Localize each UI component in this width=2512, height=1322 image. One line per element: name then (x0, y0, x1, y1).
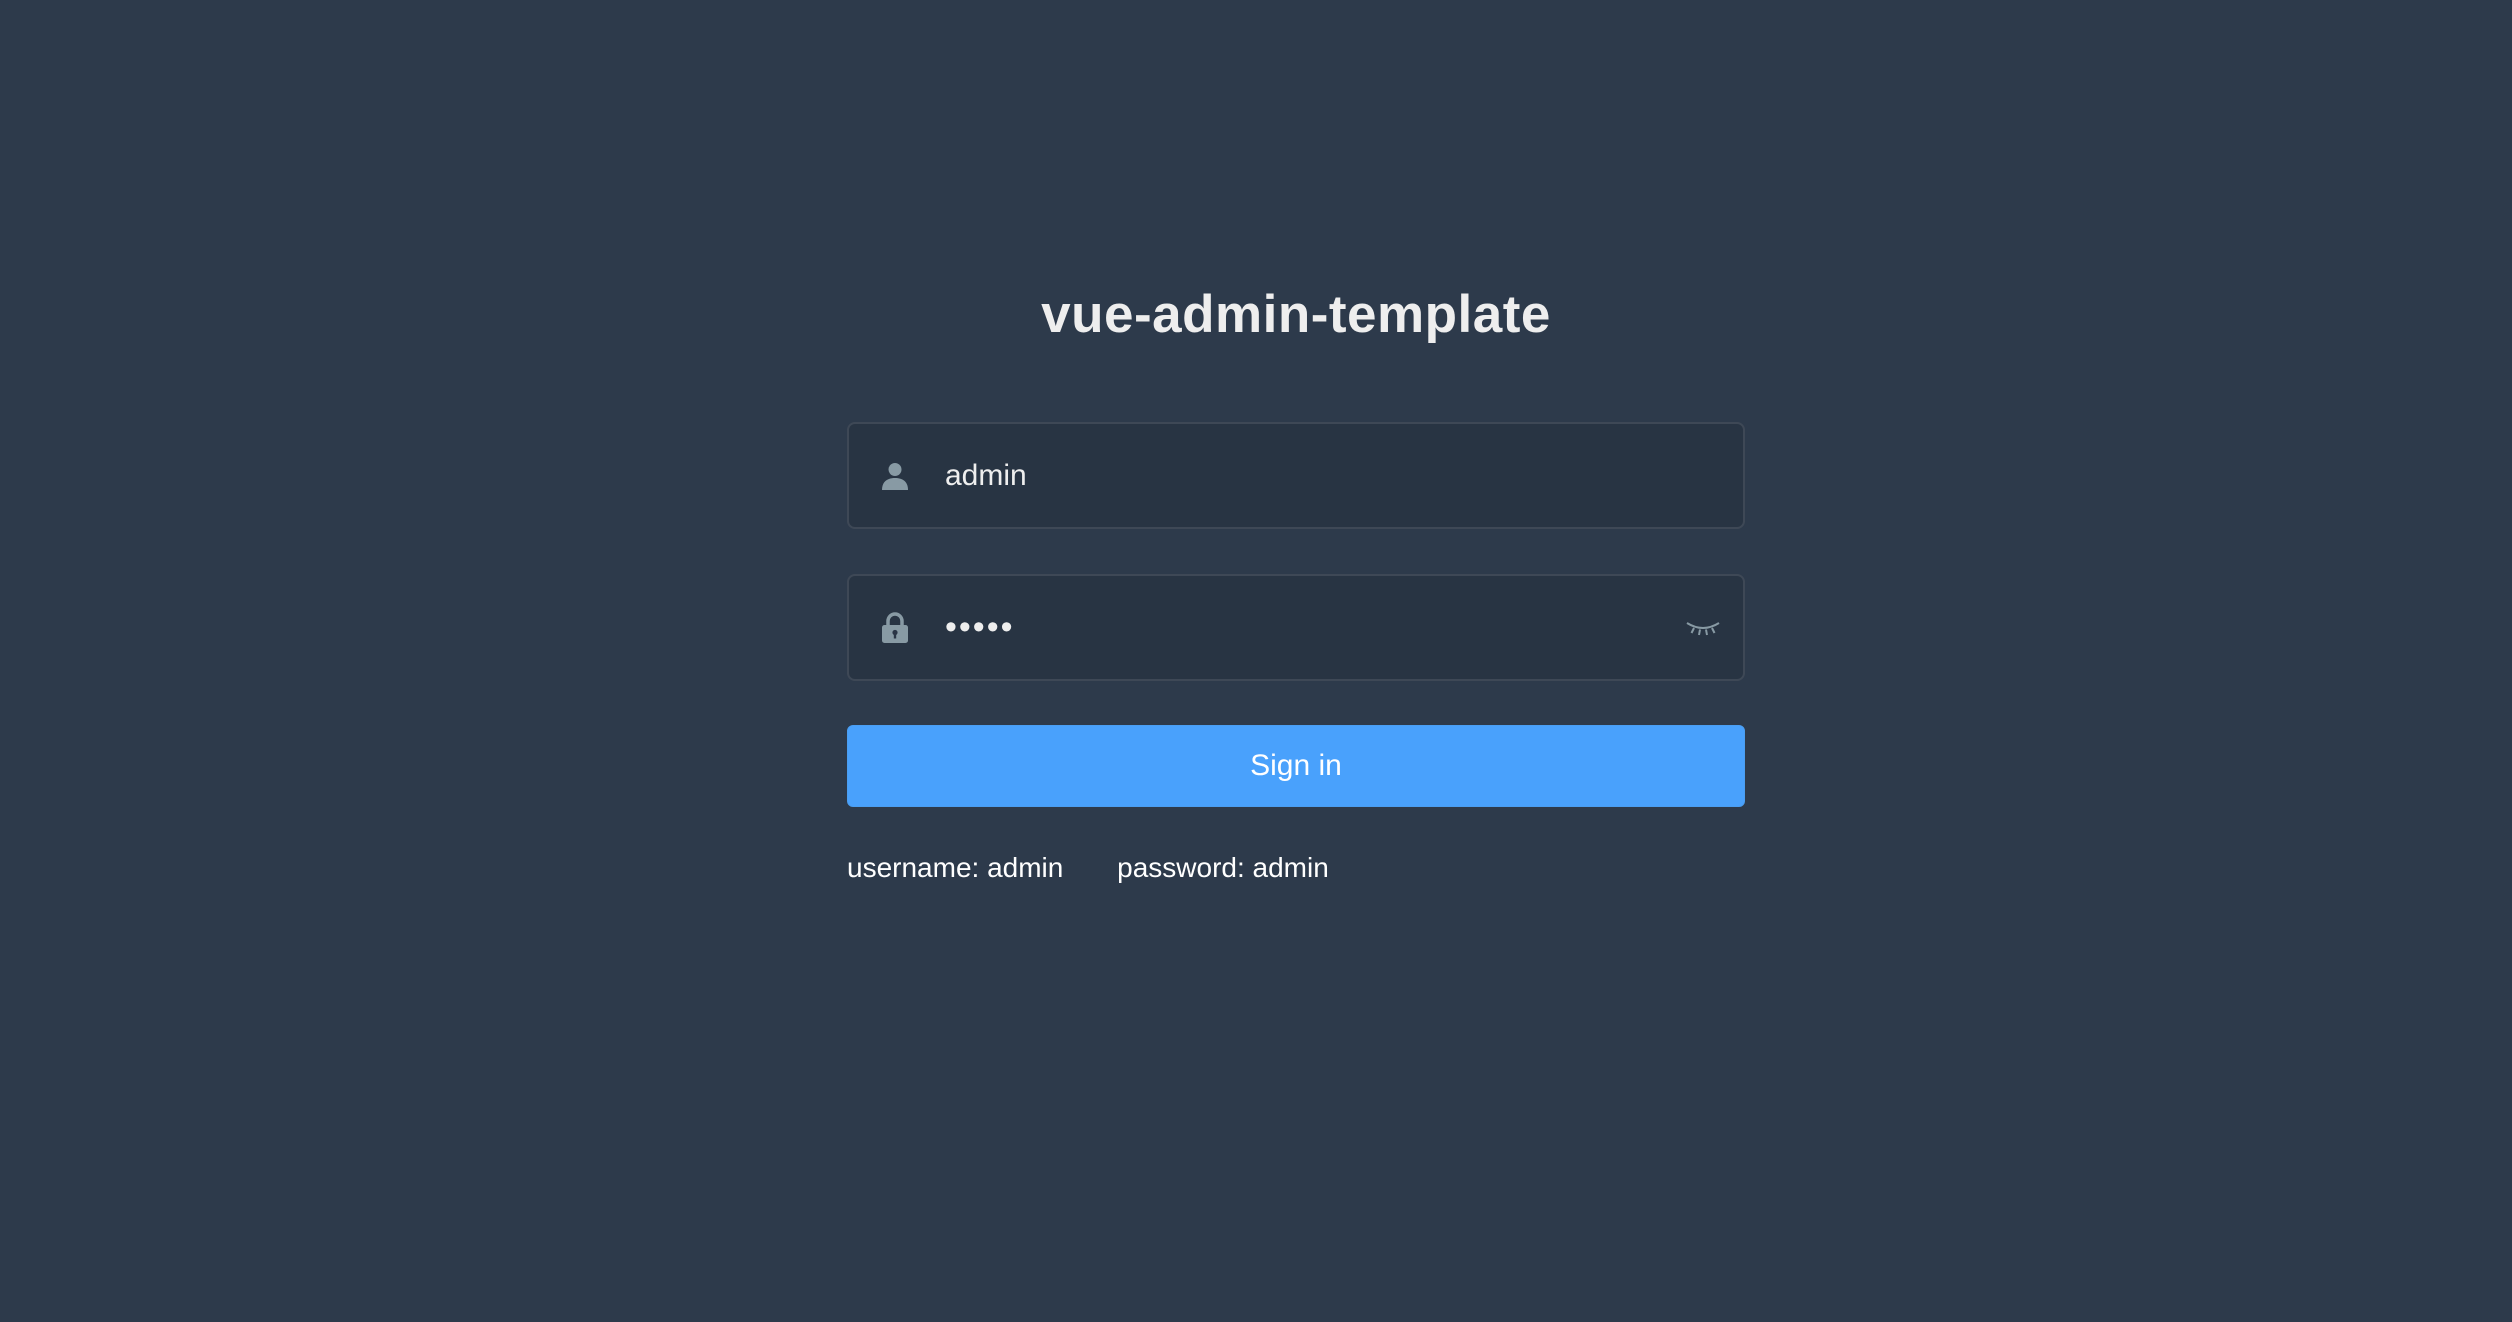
lock-icon (879, 611, 911, 644)
eye-closed-icon[interactable] (1681, 613, 1725, 643)
password-input[interactable] (911, 576, 1681, 679)
login-tips: username: admin password: admin (847, 852, 1329, 884)
sign-in-button[interactable]: Sign in (847, 725, 1745, 807)
user-icon (879, 460, 911, 492)
page-title: vue-admin-template (1041, 285, 1551, 344)
password-field[interactable] (847, 574, 1745, 681)
password-tip: password: admin (1117, 852, 1329, 883)
username-field[interactable] (847, 422, 1745, 529)
login-form: vue-admin-template admin Sign in usernam… (847, 270, 1745, 883)
username-tip: username: admin (847, 852, 1064, 883)
username-input[interactable] (911, 424, 1743, 527)
